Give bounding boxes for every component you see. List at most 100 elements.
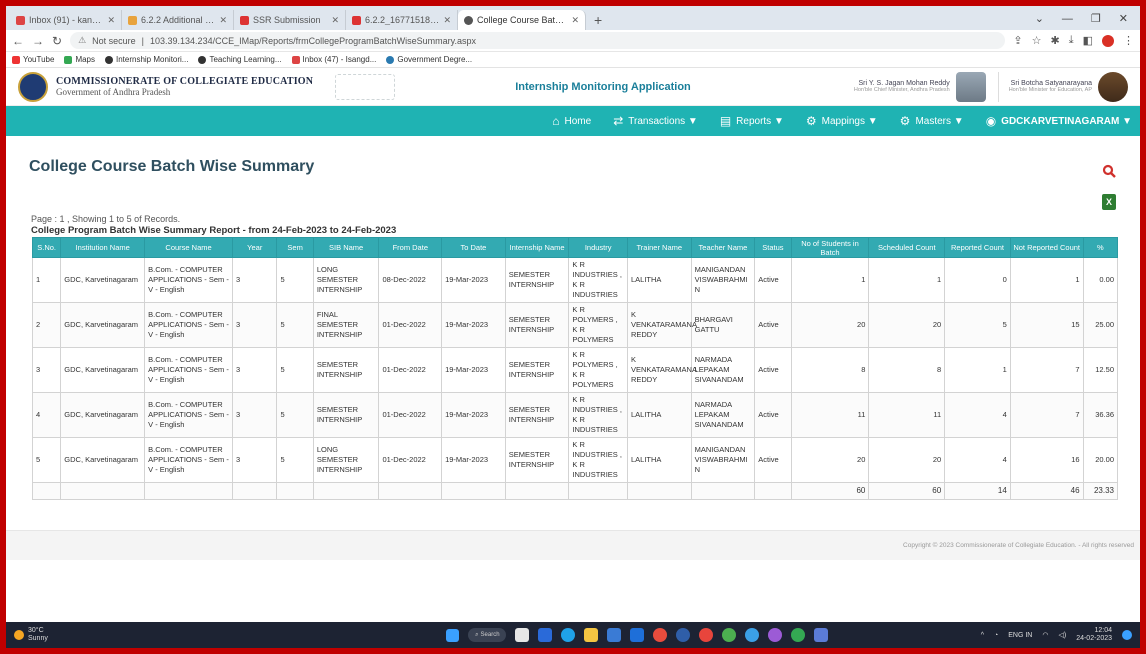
dignitary-photo [1098,71,1128,102]
browser-tab[interactable]: 6.2.2 Additional Information pdf✕ [122,10,234,30]
site-header: COMMISSIONERATE OF COLLEGIATE EDUCATION … [6,68,1140,106]
nav-transactions[interactable]: ⇄ Transactions ▼ [613,114,698,128]
extension-icon[interactable]: ✱ [1051,34,1060,47]
edge-icon[interactable] [561,628,576,642]
close-icon[interactable]: ✕ [219,15,227,26]
language-indicator[interactable]: ENG IN [1008,632,1032,639]
table-cell: 1 [790,257,870,303]
bookmark-item[interactable]: Government Degre... [386,55,472,64]
maximize-icon[interactable]: ❐ [1091,8,1101,30]
app-icon[interactable] [768,628,783,642]
table-cell: 3 [232,257,278,303]
browser-tab[interactable]: 6.2.2_1677151853_5340.pdf ✕ [346,10,458,30]
bookmark-item[interactable]: Maps [64,55,95,64]
column-header: S.No. [31,237,62,258]
forward-icon[interactable]: → [32,34,44,48]
dignitary-photo [955,71,986,102]
tab-label: College Course Batch Wise Sum... [477,15,567,25]
table-row: 4 GDC, Karvetinagaram B.Com. - COMPUTER AP… [31,392,1119,438]
wifi-icon[interactable]: ◠ [1042,631,1048,639]
app-icon[interactable] [653,628,668,642]
nav-home[interactable]: ⌂ Home [552,114,591,128]
table-cell: NARMADA LEPAKAM SIVANANDAM [690,392,756,438]
chrome-icon[interactable] [722,628,737,642]
total-cell: 14 [944,482,1011,500]
menu-icon[interactable]: ⋮ [1123,34,1134,47]
file-explorer-icon[interactable] [584,628,599,642]
back-icon[interactable]: ← [12,34,24,48]
chevron-down-icon[interactable]: ⌄ [1035,8,1044,30]
excel-label: X [1105,197,1112,207]
share-icon[interactable]: ⇪ [1013,34,1022,47]
reload-icon[interactable]: ↻ [52,34,62,48]
weather-text: Sunny [28,635,48,642]
clock[interactable]: 12:04 24-02-2023 [1076,627,1112,643]
globe-icon [105,55,113,64]
app-icon[interactable] [745,628,760,642]
table-cell [232,482,278,500]
taskbar-search[interactable]: ⌕ Search [468,628,507,642]
table-cell [504,482,570,500]
download-icon[interactable]: ⤓ [1069,34,1074,47]
nav-reports[interactable]: ▤ Reports ▼ [720,114,784,128]
gmail-icon [291,55,300,64]
app-icon[interactable] [676,628,691,642]
bookmark-label: Inbox (47) - Isangd... [302,55,377,64]
nav-mappings[interactable]: ⚙ Mappings ▼ [806,114,878,128]
column-header: Scheduled Count [868,237,946,258]
column-header: Teacher Name [690,237,756,258]
browser-tab[interactable]: SSR Submission ✕ [234,10,346,30]
browser-tab-active[interactable]: College Course Batch Wise Sum... ✕ [458,10,586,30]
minimize-icon[interactable]: — [1062,8,1073,30]
nav-user[interactable]: ◉ GDCKARVETINAGARAM ▼ [986,114,1132,128]
table-cell: SEMESTER INTERNSHIP [312,347,380,393]
nav-masters[interactable]: ⚙ Masters ▼ [900,114,964,128]
close-icon[interactable]: ✕ [443,15,451,26]
close-icon[interactable]: ✕ [571,15,579,26]
table-body: 1 GDC, Karvetinagaram B.Com. - COMPUTER AP… [31,257,1119,500]
teams-icon[interactable] [538,628,553,642]
taskbar-apps: ⌕ Search [354,628,921,642]
app-icon[interactable] [791,628,806,642]
page-title: College Course Batch Wise Summary [29,158,315,175]
transactions-icon: ⇄ [613,114,624,128]
table-cell: 5 [276,437,314,483]
chevron-up-icon[interactable]: ^ [981,632,984,639]
bookmark-item[interactable]: Internship Monitori... [105,55,188,64]
table-cell: 01-Dec-2022 [378,302,443,348]
mail-icon[interactable] [630,628,645,642]
bookmark-item[interactable]: Teaching Learning... [198,55,282,64]
store-icon[interactable] [607,628,622,642]
table-cell: B.Com. - COMPUTER APPLICATIONS - Sem - V… [144,302,234,348]
table-cell: GDC, Karvetinagaram [60,257,146,303]
task-view-icon[interactable] [515,628,530,642]
bookmark-item[interactable]: Inbox (47) - Isangd... [291,55,377,64]
url-bar[interactable]: ⚠ Not secure | 103.39.134.234/CCE_IMap/R… [70,32,1006,49]
table-cell: 4 [944,392,1011,438]
volume-icon[interactable]: ◁) [1058,631,1066,639]
column-header: Industry [568,237,628,258]
app-icon[interactable] [814,628,829,642]
windows-start-icon[interactable] [446,628,460,642]
close-icon[interactable]: ✕ [331,15,339,26]
bookmark-item[interactable]: YouTube [12,55,54,64]
org-subtitle: Government of Andhra Pradesh [56,87,171,97]
main-nav: ⌂ Home ⇄ Transactions ▼ ▤ Reports ▼ ⚙ Mappin… [6,106,1140,136]
weather-widget[interactable]: 30°C Sunny [14,627,174,643]
globe-icon [386,55,395,64]
sidebar-icon[interactable]: ◧ [1083,34,1093,47]
network-icon[interactable]: ◔ [994,632,998,639]
notification-icon[interactable] [1122,630,1132,640]
close-icon[interactable]: ✕ [1119,8,1128,30]
profile-avatar[interactable] [1102,34,1114,47]
excel-export-icon[interactable]: X [1102,194,1116,210]
total-cell: 60 [868,482,946,500]
opera-icon[interactable] [699,628,714,642]
star-icon[interactable]: ☆ [1032,34,1042,47]
close-icon[interactable]: ✕ [107,15,115,26]
search-icon[interactable] [1102,164,1116,178]
browser-tab[interactable]: Inbox (91) - kangsbinagaram@... ✕ [10,10,122,30]
app-title: Internship Monitoring Application [515,80,691,93]
table-cell: GDC, Karvetinagaram [60,347,146,393]
new-tab-button[interactable]: + [586,10,610,30]
